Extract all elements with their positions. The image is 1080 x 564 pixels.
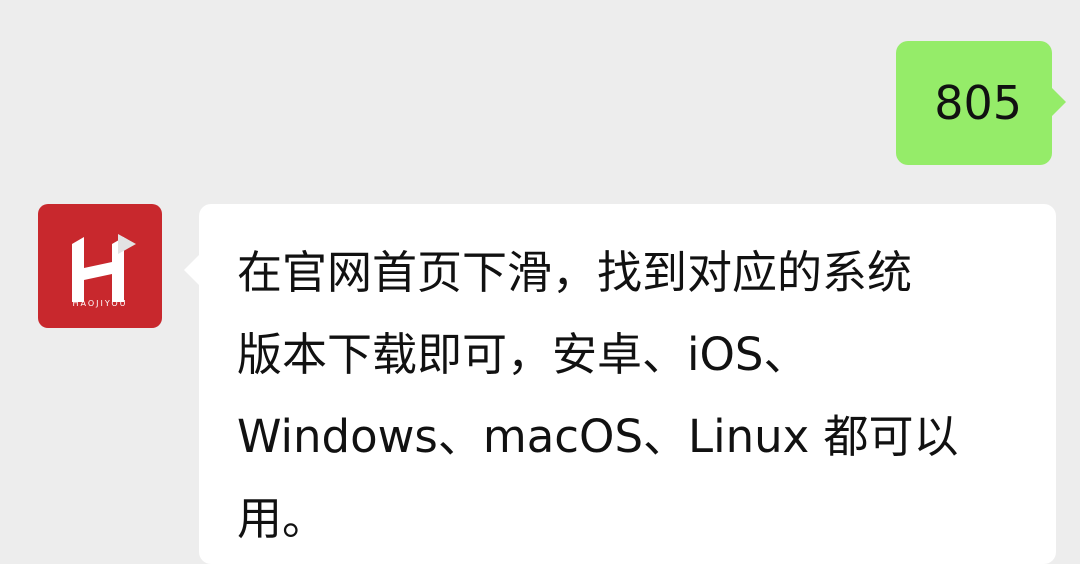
avatar[interactable]: HAOJIYOU [38,204,162,328]
message-line: 在官网首页下滑，找到对应的系统 [237,246,913,299]
outgoing-message-bubble[interactable]: 805 [896,41,1066,165]
haojiyou-logo-icon [72,234,136,302]
avatar-brand-text: HAOJIYOU [72,299,128,308]
message-line: 版本下载即可，安卓、iOS、 [237,328,809,381]
outgoing-message: 805 [896,41,1066,165]
incoming-message-bubble[interactable]: 在官网首页下滑，找到对应的系统 版本下载即可，安卓、iOS、 Windows、m… [199,204,1056,564]
outgoing-message-text: 805 [934,76,1022,130]
message-line: Windows、macOS、Linux 都可以 [237,410,959,463]
incoming-bubble-tail [184,255,199,285]
message-line: 用。 [237,492,328,545]
chat-view: 805 HAOJIYOU 在官网首页下滑，找到对应的系统 版本下载即可，安卓、i… [0,0,1080,564]
